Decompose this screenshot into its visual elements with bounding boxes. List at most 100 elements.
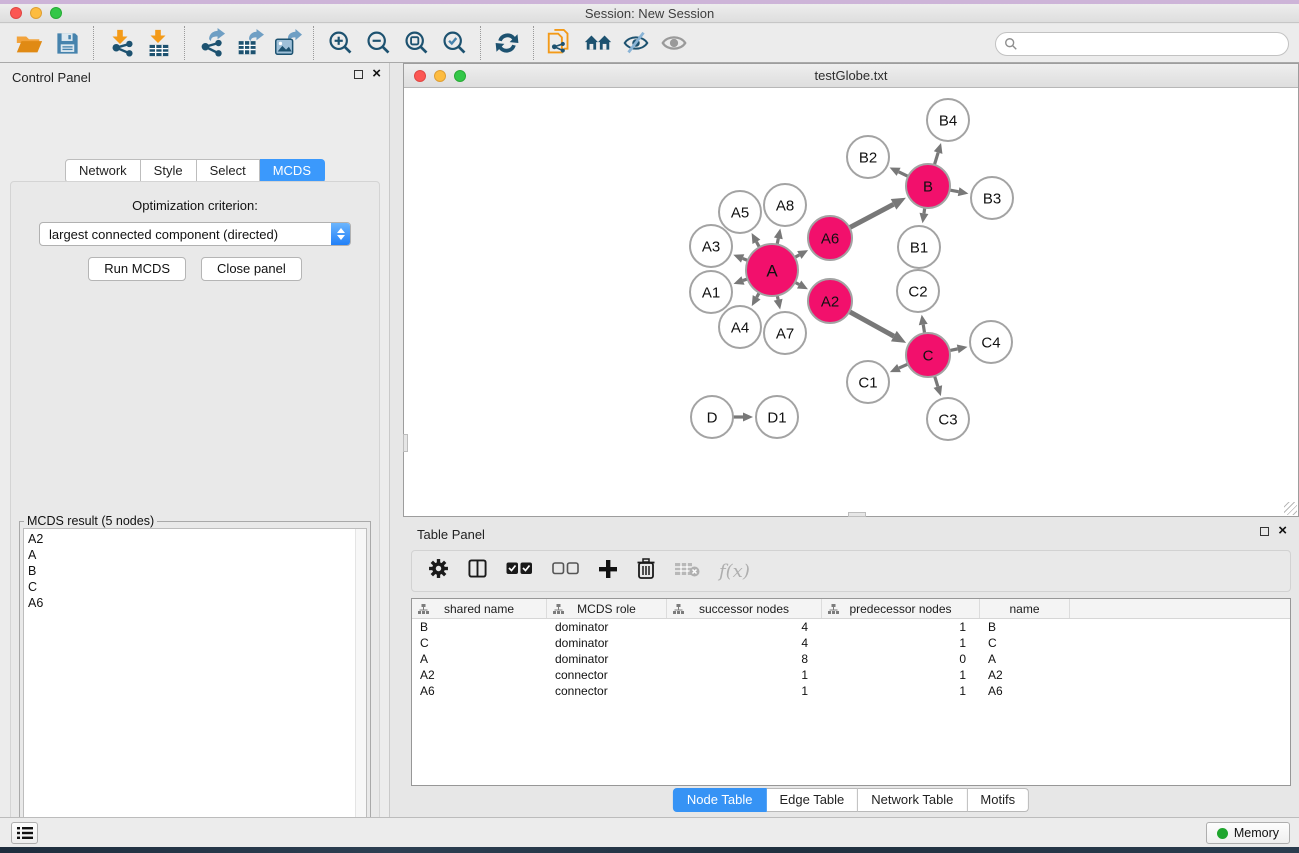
save-session-button[interactable] [48,26,86,60]
zoom-selected-button[interactable] [435,26,473,60]
table-row[interactable]: A dominator 8 0 A [412,651,1290,667]
tab-node-table[interactable]: Node Table [673,788,767,812]
table-options-button[interactable] [428,558,449,584]
table-row[interactable]: B dominator 4 1 B [412,619,1290,635]
table-row[interactable]: A6 connector 1 1 A6 [412,683,1290,699]
column-type-icon [553,604,564,614]
zoom-out-button[interactable] [359,26,397,60]
show-eye-icon [659,28,689,58]
mcds-result-list[interactable]: A2 A B C A6 [23,528,367,853]
memory-button[interactable]: Memory [1206,822,1290,844]
network-canvas[interactable]: AA1A2A3A4A5A6A7A8BB1B2B3B4CC1C2C3C4DD1 [404,88,1298,515]
zoom-selected-icon [440,29,469,58]
delete-table-button[interactable] [674,561,700,582]
import-network-button[interactable] [101,26,139,60]
column-header-predecessor-nodes[interactable]: predecessor nodes [822,599,980,618]
open-file-button[interactable] [10,26,48,60]
graph-edge-A6-B[interactable] [849,204,893,227]
app-titlebar: Session: New Session [0,4,1299,23]
graph-edge-arrowhead [934,385,943,396]
zoom-fit-button[interactable] [397,26,435,60]
tab-select[interactable]: Select [197,159,260,183]
unchecked-boxes-icon [552,562,579,575]
column-header-successor-nodes[interactable]: successor nodes [667,599,822,618]
column-header-filler [1070,599,1290,618]
graph-edge-B-B4[interactable] [934,153,938,165]
table-panel-title: Table Panel [417,527,485,542]
graph-node-label-A3: A3 [702,239,720,256]
search-icon [1004,37,1018,51]
tab-network-table[interactable]: Network Table [858,788,967,812]
graph-edge-C-C4[interactable] [950,349,958,351]
result-item[interactable]: C [28,579,366,595]
graph-node-label-D1: D1 [767,410,786,427]
graph-edge-C-C2[interactable] [923,325,924,334]
zoom-out-icon [364,29,393,58]
graph-edge-C-C3[interactable] [935,376,938,387]
network-window-titlebar[interactable]: testGlobe.txt [404,64,1298,88]
tab-motifs[interactable]: Motifs [967,788,1029,812]
column-header-name[interactable]: name [980,599,1070,618]
trash-icon [637,558,655,579]
run-mcds-button[interactable]: Run MCDS [88,257,186,281]
table-row[interactable]: A2 connector 1 1 A2 [412,667,1290,683]
graph-node-label-A4: A4 [731,320,749,337]
float-panel-icon[interactable] [354,70,363,79]
column-type-icon [828,604,839,614]
graph-node-label-B4: B4 [939,113,957,130]
criterion-select[interactable]: largest connected component (directed) [39,222,351,246]
result-item[interactable]: A [28,547,366,563]
function-builder-button[interactable]: f(x) [719,561,750,582]
column-header-shared-name[interactable]: shared name [412,599,547,618]
table-row[interactable]: C dominator 4 1 C [412,635,1290,651]
graph-edge-B-B3[interactable] [950,190,959,192]
create-column-button[interactable] [598,559,618,584]
status-bar: Memory [0,817,1299,847]
splitter-grip[interactable] [848,512,866,517]
plus-icon [598,559,618,579]
zoom-in-button[interactable] [321,26,359,60]
first-neighbors-button[interactable] [579,26,617,60]
graph-edge-C-C1[interactable] [899,364,908,368]
import-table-button[interactable] [139,26,177,60]
export-table-button[interactable] [230,26,268,60]
close-panel-icon[interactable]: × [1278,526,1287,536]
task-history-button[interactable] [11,822,38,844]
memory-status-icon [1217,828,1228,839]
result-item[interactable]: A6 [28,595,366,611]
export-network-button[interactable] [192,26,230,60]
close-panel-icon[interactable]: × [372,69,381,79]
result-item[interactable]: A2 [28,531,366,547]
tab-style[interactable]: Style [141,159,197,183]
deselect-all-columns-button[interactable] [552,562,579,580]
graph-node-label-A: A [766,262,778,281]
tab-edge-table[interactable]: Edge Table [766,788,858,812]
network-graph[interactable]: AA1A2A3A4A5A6A7A8BB1B2B3B4CC1C2C3C4DD1 [404,88,1298,515]
close-panel-button[interactable]: Close panel [201,257,302,281]
graph-edge-B-B2[interactable] [899,172,909,177]
delete-columns-button[interactable] [637,558,655,584]
result-scrollbar[interactable] [355,529,366,853]
export-image-button[interactable] [268,26,306,60]
splitter-grip[interactable] [403,434,408,452]
checked-boxes-icon [506,562,533,575]
control-panel-tabs: Network Style Select MCDS [0,159,390,183]
float-panel-icon[interactable] [1260,527,1269,536]
result-item[interactable]: B [28,563,366,579]
columns-icon [468,559,487,578]
resize-grip[interactable] [1284,502,1297,515]
mcds-result-box: MCDS result (5 nodes) A2 A B C A6 [19,521,371,853]
hide-selected-button[interactable] [617,26,655,60]
select-all-columns-button[interactable] [506,562,533,580]
graph-node-label-D: D [707,410,718,427]
show-all-button[interactable] [655,26,693,60]
refresh-button[interactable] [488,26,526,60]
search-input[interactable] [995,32,1289,56]
tab-network[interactable]: Network [65,159,141,183]
list-icon [17,826,33,840]
new-network-from-selection-button[interactable] [541,26,579,60]
column-header-mcds-role[interactable]: MCDS role [547,599,667,618]
show-columns-button[interactable] [468,559,487,583]
tab-mcds[interactable]: MCDS [260,159,325,183]
graph-edge-A2-C[interactable] [849,312,894,337]
